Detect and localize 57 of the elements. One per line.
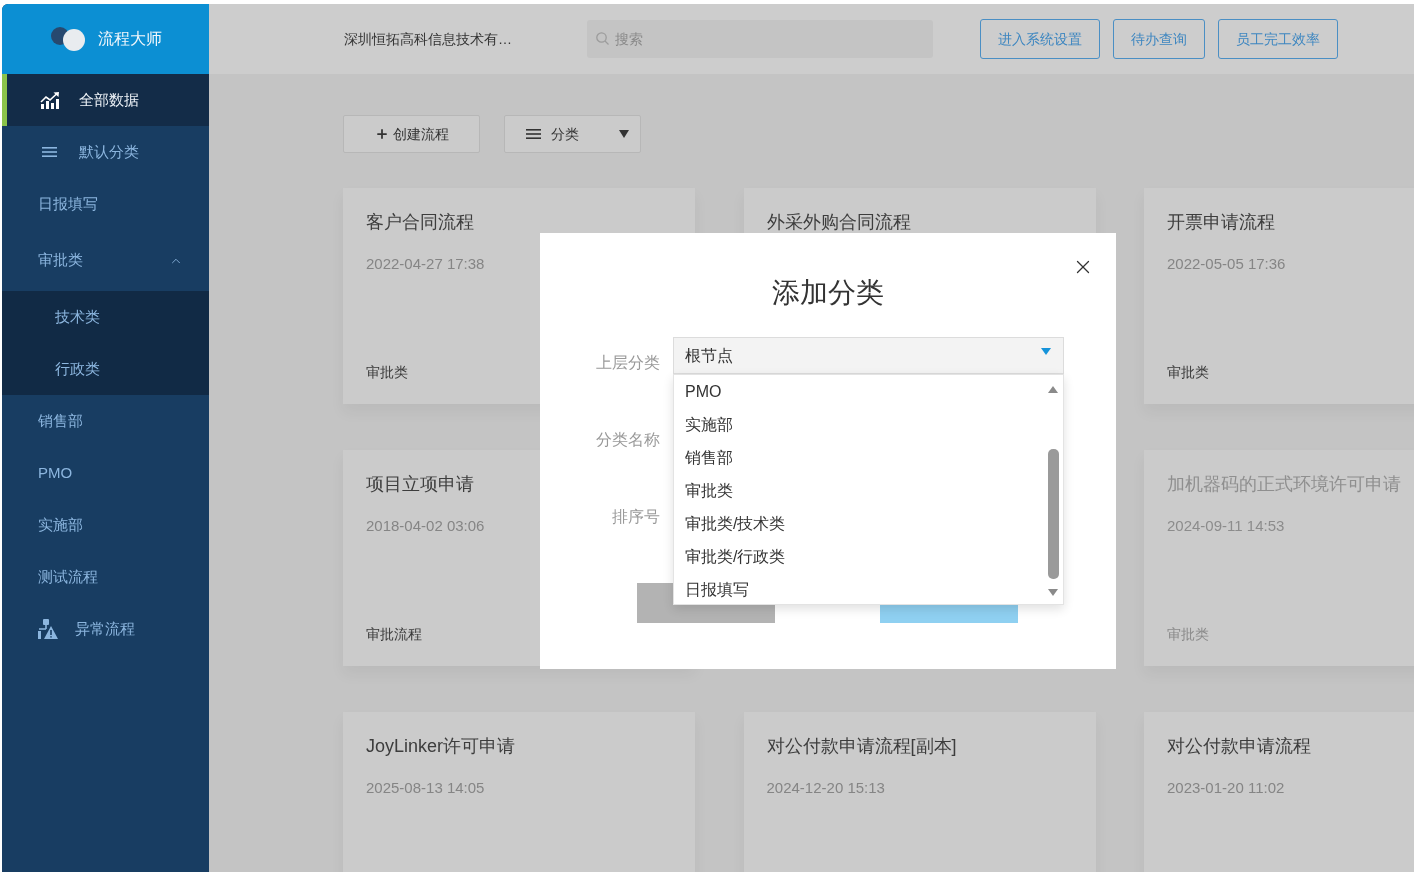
sidebar-item[interactable]: PMO: [2, 447, 209, 499]
process-card[interactable]: 对公付款申请流程[副本] 2024-12-20 15:13: [743, 712, 1096, 872]
sidebar-item[interactable]: 日报填写: [2, 178, 209, 230]
app-title: 流程大师: [97, 29, 162, 49]
card-date: 2022-04-27 17:38: [366, 254, 485, 274]
card-date: 2018-04-02 03:06: [366, 516, 485, 536]
sidebar-item[interactable]: 测试流程: [2, 551, 209, 603]
warning-icon: [38, 619, 58, 639]
scroll-up-icon[interactable]: [1048, 386, 1058, 393]
sidebar-item[interactable]: 全部数据: [2, 74, 209, 126]
card-date: 2024-12-20 15:13: [766, 778, 885, 798]
sidebar-subitem[interactable]: 行政类: [2, 343, 209, 395]
sidebar-item[interactable]: 异常流程: [2, 603, 209, 655]
card-category: 审批类: [366, 363, 408, 382]
caret-icon: [619, 130, 629, 138]
sidebar-item[interactable]: 实施部: [2, 499, 209, 551]
sidebar-item[interactable]: 默认分类: [2, 126, 209, 178]
card-title: 对公付款申请流程[副本]: [766, 735, 957, 758]
card-title: 外采外购合同流程: [766, 211, 911, 234]
card-date: 2025-08-13 14:05: [366, 778, 485, 798]
caret-icon: [1041, 348, 1051, 355]
card-title: 开票申请流程: [1167, 211, 1275, 234]
card-category: 审批类: [1167, 363, 1209, 382]
card-category: 审批类: [1167, 625, 1209, 644]
card-title: 对公付款申请流程: [1167, 735, 1311, 758]
list-icon: [42, 147, 57, 157]
chart-icon: [40, 91, 60, 109]
process-card[interactable]: 开票申请流程 2022-05-05 17:36 审批类: [1144, 188, 1414, 404]
field-label: 上层分类: [595, 353, 660, 373]
card-date: 2024-09-11 14:53: [1167, 516, 1285, 536]
card-title: JoyLinker许可申请: [366, 735, 516, 758]
field-label: 排序号: [611, 507, 660, 527]
create-button[interactable]: 创建流程: [343, 115, 480, 153]
select-field[interactable]: 根节点: [673, 337, 1064, 374]
category-dropdown[interactable]: 分类: [504, 115, 641, 153]
sidebar-subitem[interactable]: 技术类: [2, 291, 209, 343]
card-date: 2023-01-20 11:02: [1167, 778, 1285, 798]
dialog-title: 添加分类: [772, 276, 884, 310]
card-date: 2022-05-05 17:36: [1167, 254, 1286, 274]
field-label: 分类名称: [595, 430, 660, 450]
card-title: 加机器码的正式环境许可申请: [1167, 473, 1401, 496]
card-title: 项目立项申请: [366, 473, 474, 496]
company-name: 深圳恒拓高科信息技术有…: [344, 29, 513, 49]
logo-icon: [49, 27, 86, 51]
card-title: 客户合同流程: [366, 211, 474, 234]
search-field[interactable]: 搜索: [587, 20, 933, 58]
scrollbar-thumb[interactable]: [1048, 449, 1059, 579]
scroll-down-icon[interactable]: [1048, 589, 1058, 596]
card-category: 审批流程: [366, 625, 422, 644]
sidebar-item[interactable]: 销售部: [2, 395, 209, 447]
plus-icon: [374, 127, 389, 141]
search-icon: [596, 32, 609, 45]
dropdown-option[interactable]: 实施部: [674, 408, 1041, 441]
process-card[interactable]: 对公付款申请流程 2023-01-20 11:02: [1144, 712, 1414, 872]
sidebar-group[interactable]: 审批类: [2, 230, 209, 291]
menu-icon: [526, 129, 541, 139]
process-card[interactable]: JoyLinker许可申请 2025-08-13 14:05: [343, 712, 695, 872]
